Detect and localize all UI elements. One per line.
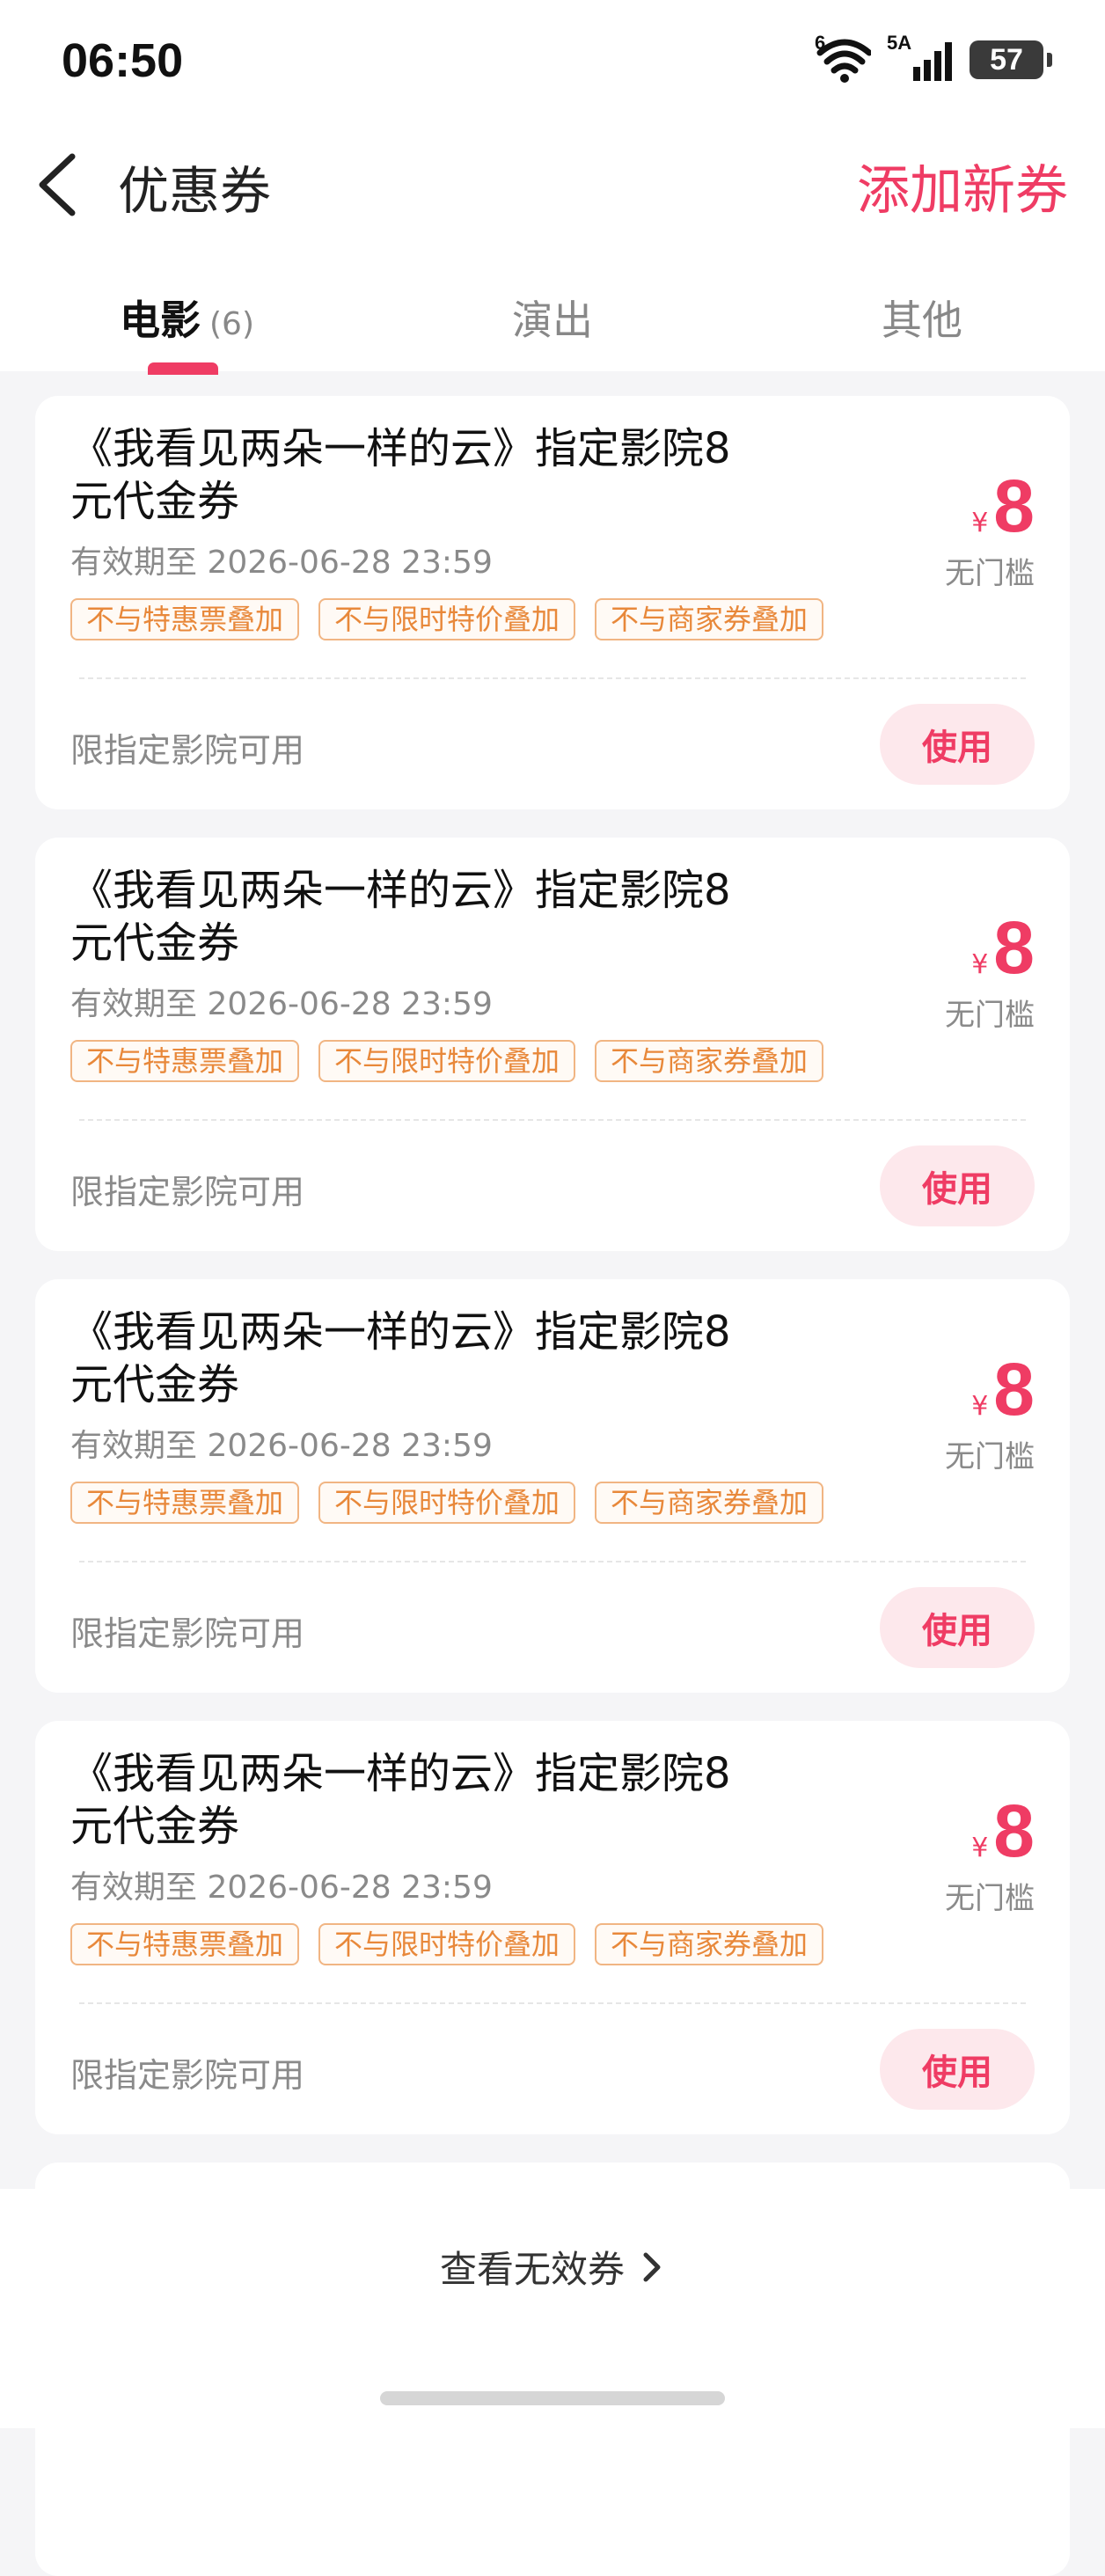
coupon-tags: 不与特惠票叠加 不与限时特价叠加 不与商家券叠加	[70, 1040, 824, 1082]
price-threshold: 无门槛	[945, 1881, 1035, 1916]
coupon-price: ¥ 8 无门槛	[945, 466, 1035, 592]
tab-movie-count: (6)	[209, 306, 254, 342]
view-invalid-coupons-link[interactable]: 查看无效券	[0, 2240, 1105, 2294]
coupon-tag: 不与限时特价叠加	[318, 598, 576, 640]
tab-show[interactable]: 演出	[512, 289, 593, 347]
coupon-price: ¥ 8 无门槛	[945, 1791, 1035, 1917]
price-threshold: 无门槛	[945, 1439, 1035, 1475]
coupon-price: ¥ 8 无门槛	[945, 1350, 1035, 1475]
status-time: 06:50	[62, 34, 184, 87]
coupon-tag: 不与商家券叠加	[595, 1482, 824, 1524]
tab-other-label: 其他	[882, 296, 962, 344]
page-title: 优惠券	[118, 161, 272, 221]
coupon-tag: 不与商家券叠加	[595, 1040, 824, 1082]
tab-movie-label: 电影	[120, 296, 201, 344]
nav-bar: 优惠券 添加新券	[0, 114, 1105, 246]
use-coupon-button[interactable]: 使用	[880, 1145, 1035, 1226]
coupon-price: ¥ 8 无门槛	[945, 908, 1035, 1034]
coupon-scope: 限指定影院可用	[70, 1173, 305, 1211]
coupon-tag: 不与特惠票叠加	[70, 598, 300, 640]
tab-show-label: 演出	[512, 296, 593, 344]
coupon-card[interactable]: 《我看见两朵一样的云》指定影院8元代金券 有效期至 2026-06-28 23:…	[35, 396, 1070, 809]
coupon-tag: 不与限时特价叠加	[318, 1923, 576, 1965]
coupon-validity: 有效期至 2026-06-28 23:59	[70, 1428, 493, 1464]
cellular-label: 5A	[887, 32, 912, 54]
coupon-title: 《我看见两朵一样的云》指定影院8元代金券	[70, 424, 731, 526]
wifi-generation-label: 6	[815, 32, 826, 54]
status-icons: 6 5A 57	[815, 32, 1052, 84]
coupon-tag: 不与限时特价叠加	[318, 1482, 576, 1524]
price-currency: ¥	[971, 1833, 989, 1863]
coupon-scope: 限指定影院可用	[70, 1614, 305, 1653]
home-indicator[interactable]	[380, 2391, 725, 2405]
coupon-tags: 不与特惠票叠加 不与限时特价叠加 不与商家券叠加	[70, 1923, 824, 1965]
coupon-title: 《我看见两朵一样的云》指定影院8元代金券	[70, 1749, 731, 1851]
use-coupon-button[interactable]: 使用	[880, 2029, 1035, 2110]
coupon-tags: 不与特惠票叠加 不与限时特价叠加 不与商家券叠加	[70, 598, 824, 640]
coupon-validity: 有效期至 2026-06-28 23:59	[70, 545, 493, 581]
coupon-tag: 不与商家券叠加	[595, 598, 824, 640]
coupon-tag: 不与限时特价叠加	[318, 1040, 576, 1082]
view-invalid-label: 查看无效券	[439, 2248, 625, 2291]
cellular-signal-icon: 5A	[887, 32, 954, 84]
coupon-scope: 限指定影院可用	[70, 731, 305, 770]
dashed-divider	[79, 1119, 1026, 1121]
coupon-tag: 不与特惠票叠加	[70, 1482, 300, 1524]
coupon-card[interactable]: 《我看见两朵一样的云》指定影院8元代金券 有效期至 2026-06-28 23:…	[35, 1279, 1070, 1693]
battery-icon: 57	[970, 40, 1052, 79]
category-tabs: 电影 (6) 演出 其他	[0, 246, 1105, 375]
add-coupon-button[interactable]: 添加新券	[857, 148, 1068, 224]
coupon-tag: 不与特惠票叠加	[70, 1040, 300, 1082]
price-threshold: 无门槛	[945, 556, 1035, 591]
use-coupon-button[interactable]: 使用	[880, 1587, 1035, 1668]
status-bar: 06:50 6 5A 57	[0, 0, 1105, 114]
chevron-right-icon	[643, 2252, 661, 2281]
back-arrow-icon[interactable]	[33, 150, 83, 220]
coupon-title: 《我看见两朵一样的云》指定影院8元代金券	[70, 866, 731, 968]
price-amount: 8	[993, 906, 1035, 989]
price-currency: ¥	[971, 508, 989, 538]
price-amount: 8	[993, 1789, 1035, 1872]
active-tab-indicator	[148, 362, 218, 375]
tab-movie[interactable]: 电影 (6)	[120, 289, 254, 347]
coupon-tags: 不与特惠票叠加 不与限时特价叠加 不与商家券叠加	[70, 1482, 824, 1524]
dashed-divider	[79, 1561, 1026, 1562]
wifi-icon: 6	[815, 32, 873, 84]
coupon-card[interactable]: 《我看见两朵一样的云》指定影院8元代金券 有效期至 2026-06-28 23:…	[35, 838, 1070, 1251]
price-currency: ¥	[971, 1391, 989, 1422]
price-amount: 8	[993, 1348, 1035, 1431]
use-coupon-button[interactable]: 使用	[880, 704, 1035, 785]
coupon-tag: 不与特惠票叠加	[70, 1923, 300, 1965]
dashed-divider	[79, 2002, 1026, 2004]
price-currency: ¥	[971, 949, 989, 980]
battery-level: 57	[990, 42, 1023, 77]
price-threshold: 无门槛	[945, 998, 1035, 1033]
coupon-card[interactable]: 《我看见两朵一样的云》指定影院8元代金券 有效期至 2026-06-28 23:…	[35, 1721, 1070, 2134]
coupon-validity: 有效期至 2026-06-28 23:59	[70, 986, 493, 1022]
footer: 查看无效券	[0, 2189, 1105, 2428]
coupon-tag: 不与商家券叠加	[595, 1923, 824, 1965]
tab-other[interactable]: 其他	[882, 289, 962, 347]
dashed-divider	[79, 677, 1026, 679]
coupon-scope: 限指定影院可用	[70, 2056, 305, 2095]
coupon-title: 《我看见两朵一样的云》指定影院8元代金券	[70, 1307, 731, 1409]
coupon-validity: 有效期至 2026-06-28 23:59	[70, 1870, 493, 1906]
price-amount: 8	[993, 465, 1035, 547]
